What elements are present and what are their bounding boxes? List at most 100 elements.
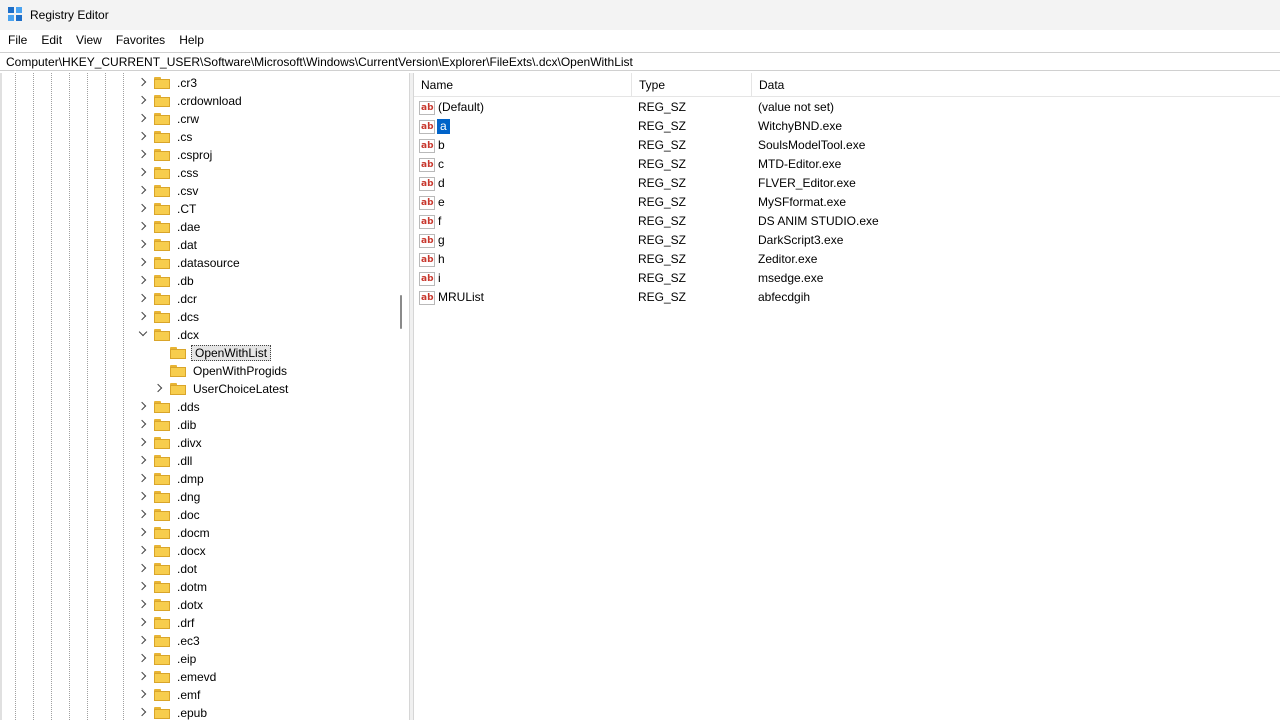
tree-item[interactable]: .emf bbox=[138, 686, 202, 704]
tree-item[interactable]: .db bbox=[138, 272, 196, 290]
tree-item[interactable]: .dng bbox=[138, 488, 202, 506]
tree-item[interactable]: .epub bbox=[138, 704, 209, 720]
value-row[interactable]: ab c REG_SZ MTD-Editor.exe bbox=[414, 155, 1280, 174]
chevron-right-icon[interactable] bbox=[138, 146, 148, 164]
chevron-right-icon[interactable] bbox=[138, 398, 148, 416]
tree-scroll-thumb[interactable] bbox=[400, 295, 402, 329]
tree-item[interactable]: .ec3 bbox=[138, 632, 202, 650]
tree-item[interactable]: .csproj bbox=[138, 146, 214, 164]
tree-item[interactable]: .dotm bbox=[138, 578, 209, 596]
value-row[interactable]: ab MRUList REG_SZ abfecdgih bbox=[414, 288, 1280, 307]
value-row[interactable]: ab g REG_SZ DarkScript3.exe bbox=[414, 231, 1280, 250]
chevron-right-icon[interactable] bbox=[138, 92, 148, 110]
no-expander bbox=[154, 344, 164, 362]
values-pane[interactable]: Name Type Data ab (Default) REG_SZ (value n… bbox=[414, 73, 1280, 720]
chevron-right-icon[interactable] bbox=[138, 686, 148, 704]
chevron-right-icon[interactable] bbox=[138, 308, 148, 326]
chevron-right-icon[interactable] bbox=[138, 506, 148, 524]
tree-item[interactable]: UserChoiceLatest bbox=[154, 380, 290, 398]
menu-bar: File Edit View Favorites Help bbox=[0, 30, 1280, 51]
chevron-right-icon[interactable] bbox=[138, 128, 148, 146]
menu-file[interactable]: File bbox=[0, 30, 34, 51]
value-row[interactable]: ab a REG_SZ WitchyBND.exe bbox=[414, 117, 1280, 136]
chevron-right-icon[interactable] bbox=[138, 452, 148, 470]
tree-pane[interactable]: .cr3 .crdownload .crw .cs .csproj .css .csv .CT… bbox=[0, 73, 409, 720]
tree-item[interactable]: .datasource bbox=[138, 254, 242, 272]
chevron-right-icon[interactable] bbox=[138, 290, 148, 308]
chevron-right-icon[interactable] bbox=[138, 254, 148, 272]
tree-item[interactable]: .dae bbox=[138, 218, 202, 236]
chevron-right-icon[interactable] bbox=[138, 596, 148, 614]
tree-item[interactable]: .dib bbox=[138, 416, 198, 434]
column-header-data[interactable]: Data bbox=[752, 73, 1280, 97]
chevron-right-icon[interactable] bbox=[138, 164, 148, 182]
tree-item[interactable]: .cr3 bbox=[138, 74, 199, 92]
chevron-right-icon[interactable] bbox=[138, 74, 148, 92]
tree-item[interactable]: .css bbox=[138, 164, 200, 182]
column-header-name[interactable]: Name bbox=[414, 73, 632, 97]
tree-item[interactable]: .csv bbox=[138, 182, 200, 200]
value-row[interactable]: ab i REG_SZ msedge.exe bbox=[414, 269, 1280, 288]
chevron-right-icon[interactable] bbox=[138, 524, 148, 542]
chevron-right-icon[interactable] bbox=[138, 416, 148, 434]
chevron-down-icon[interactable] bbox=[138, 326, 148, 344]
tree-item[interactable]: .dcr bbox=[138, 290, 199, 308]
tree-item[interactable]: .crdownload bbox=[138, 92, 244, 110]
chevron-right-icon[interactable] bbox=[138, 200, 148, 218]
chevron-right-icon[interactable] bbox=[138, 578, 148, 596]
tree-item[interactable]: .divx bbox=[138, 434, 204, 452]
tree-item[interactable]: OpenWithList bbox=[154, 344, 272, 362]
value-row[interactable]: ab d REG_SZ FLVER_Editor.exe bbox=[414, 174, 1280, 193]
menu-favorites[interactable]: Favorites bbox=[109, 30, 172, 51]
tree-item[interactable]: .eip bbox=[138, 650, 198, 668]
chevron-right-icon[interactable] bbox=[138, 488, 148, 506]
value-row[interactable]: ab f REG_SZ DS ANIM STUDIO.exe bbox=[414, 212, 1280, 231]
column-header-type[interactable]: Type bbox=[632, 73, 752, 97]
value-row[interactable]: ab h REG_SZ Zeditor.exe bbox=[414, 250, 1280, 269]
chevron-right-icon[interactable] bbox=[138, 668, 148, 686]
chevron-right-icon[interactable] bbox=[138, 272, 148, 290]
tree-item[interactable]: OpenWithProgids bbox=[154, 362, 289, 380]
chevron-right-icon[interactable] bbox=[138, 218, 148, 236]
chevron-right-icon[interactable] bbox=[138, 704, 148, 720]
chevron-right-icon[interactable] bbox=[138, 614, 148, 632]
chevron-right-icon[interactable] bbox=[154, 380, 164, 398]
chevron-right-icon[interactable] bbox=[138, 542, 148, 560]
tree-item[interactable]: .drf bbox=[138, 614, 196, 632]
tree-item[interactable]: .dll bbox=[138, 452, 194, 470]
tree-item[interactable]: .docm bbox=[138, 524, 212, 542]
tree-item[interactable]: .dotx bbox=[138, 596, 205, 614]
tree-item[interactable]: .dcx bbox=[138, 326, 201, 344]
value-row[interactable]: ab e REG_SZ MySFformat.exe bbox=[414, 193, 1280, 212]
tree-item-label: .csproj bbox=[177, 148, 213, 162]
value-name-cell: ab a bbox=[419, 117, 450, 136]
tree-item[interactable]: .dcs bbox=[138, 308, 201, 326]
menu-edit[interactable]: Edit bbox=[34, 30, 69, 51]
chevron-right-icon[interactable] bbox=[138, 236, 148, 254]
value-row[interactable]: ab (Default) REG_SZ (value not set) bbox=[414, 98, 1280, 117]
tree-item[interactable]: .cs bbox=[138, 128, 194, 146]
tree-item[interactable]: .dat bbox=[138, 236, 199, 254]
menu-view[interactable]: View bbox=[69, 30, 109, 51]
tree-item[interactable]: .doc bbox=[138, 506, 202, 524]
tree-item[interactable]: .crw bbox=[138, 110, 201, 128]
chevron-right-icon[interactable] bbox=[138, 182, 148, 200]
tree-item[interactable]: .emevd bbox=[138, 668, 218, 686]
tree-item[interactable]: .CT bbox=[138, 200, 198, 218]
chevron-right-icon[interactable] bbox=[138, 434, 148, 452]
tree-item[interactable]: .dds bbox=[138, 398, 202, 416]
menu-help[interactable]: Help bbox=[172, 30, 211, 51]
chevron-right-icon[interactable] bbox=[138, 110, 148, 128]
value-row[interactable]: ab b REG_SZ SoulsModelTool.exe bbox=[414, 136, 1280, 155]
address-input[interactable] bbox=[6, 54, 1266, 70]
tree-item[interactable]: .dot bbox=[138, 560, 199, 578]
folder-icon bbox=[154, 401, 170, 413]
chevron-right-icon[interactable] bbox=[138, 650, 148, 668]
tree-item[interactable]: .docx bbox=[138, 542, 208, 560]
chevron-right-icon[interactable] bbox=[138, 470, 148, 488]
tree-item[interactable]: .dmp bbox=[138, 470, 206, 488]
chevron-right-icon[interactable] bbox=[138, 632, 148, 650]
chevron-right-icon[interactable] bbox=[138, 560, 148, 578]
folder-icon bbox=[154, 563, 170, 575]
tree-scrollbar[interactable] bbox=[393, 73, 409, 720]
